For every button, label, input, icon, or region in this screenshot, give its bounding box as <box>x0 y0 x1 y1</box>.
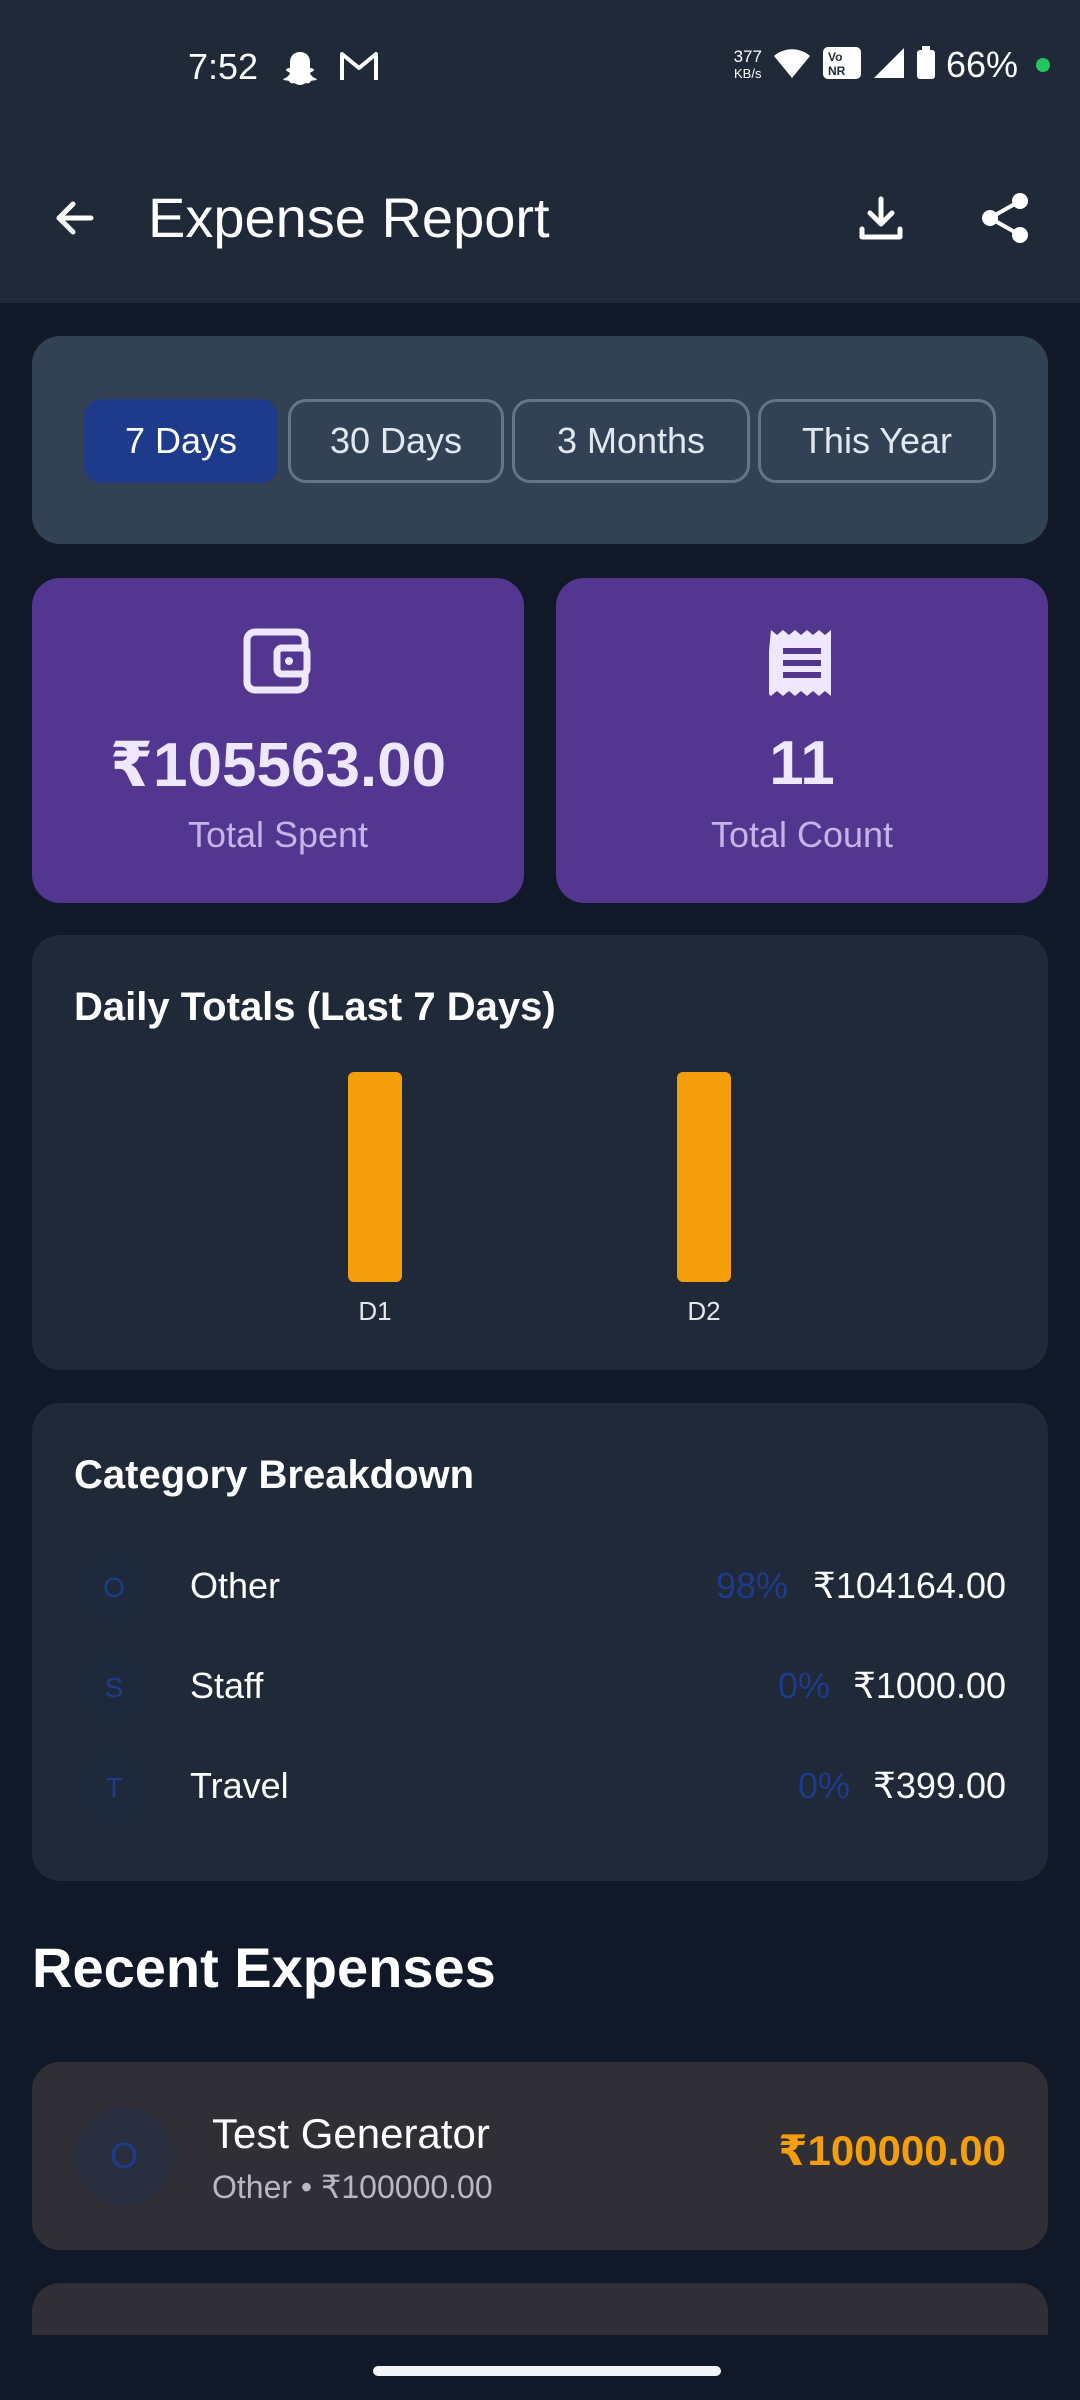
snapchat-icon <box>280 48 320 93</box>
download-icon <box>859 196 903 240</box>
category-avatar: O <box>74 1548 154 1628</box>
receipt-icon <box>765 628 835 703</box>
category-amount: ₹104164.00 <box>812 1565 1006 1606</box>
chip-3-months[interactable]: 3 Months <box>512 399 750 483</box>
expense-subtitle: Other • ₹100000.00 <box>212 2169 493 2205</box>
svg-text:Vo: Vo <box>828 50 842 64</box>
chip-this-year[interactable]: This Year <box>758 399 996 483</box>
daily-totals-chart: D1 D2 <box>348 1072 731 1326</box>
download-button[interactable] <box>846 183 916 253</box>
expense-name: Test Generator <box>212 2110 490 2157</box>
signal-icon <box>872 46 906 85</box>
category-avatar: S <box>74 1648 154 1728</box>
status-time: 7:52 <box>188 46 259 87</box>
wallet-icon <box>243 628 313 699</box>
chip-7-days[interactable]: 7 Days <box>84 399 278 483</box>
back-button[interactable] <box>42 185 108 251</box>
category-breakdown-card: Category Breakdown O Other 98% ₹104164.0… <box>32 1403 1048 1881</box>
bar-label-d2: D2 <box>687 1296 720 1326</box>
svg-text:NR: NR <box>828 64 846 78</box>
wifi-icon <box>772 46 812 85</box>
category-row-staff[interactable]: S Staff 0% ₹1000.00 <box>74 1643 1006 1733</box>
bar-d1[interactable] <box>348 1072 402 1282</box>
expense-item[interactable]: O Test Generator Other • ₹100000.00 ₹100… <box>32 2062 1048 2250</box>
privacy-indicator-dot <box>1036 58 1050 72</box>
total-count-value: 11 <box>769 729 835 798</box>
network-speed-value: 377 <box>733 47 762 66</box>
share-icon <box>982 193 1028 243</box>
total-spent-value: ₹105563.00 <box>109 731 447 800</box>
expense-avatar: O <box>74 2106 174 2206</box>
network-speed-unit: KB/s <box>734 66 762 81</box>
category-breakdown-title: Category Breakdown <box>74 1453 475 1497</box>
category-amount: ₹399.00 <box>872 1765 1006 1806</box>
page-title: Expense Report <box>148 186 550 249</box>
category-row-travel[interactable]: T Travel 0% ₹399.00 <box>74 1743 1006 1833</box>
category-row-other[interactable]: O Other 98% ₹104164.00 <box>74 1543 1006 1633</box>
category-amount: ₹1000.00 <box>852 1665 1006 1706</box>
share-button[interactable] <box>970 183 1040 253</box>
status-bar: 7:52 377 KB/s Vo NR 66% <box>0 0 1080 135</box>
network-speed: 377 KB/s <box>734 48 762 82</box>
app-bar: Expense Report <box>0 135 1080 303</box>
arrow-left-icon <box>56 201 94 235</box>
bar-label-d1: D1 <box>358 1296 391 1326</box>
total-spent-card: ₹105563.00 Total Spent <box>32 578 524 903</box>
category-avatar: T <box>74 1748 154 1828</box>
home-indicator[interactable] <box>373 2366 721 2376</box>
bar-d2[interactable] <box>677 1072 731 1282</box>
total-count-label: Total Count <box>710 814 894 855</box>
expense-item-partial[interactable] <box>32 2283 1048 2343</box>
recent-expenses-title: Recent Expenses <box>32 1936 496 1999</box>
category-percent: 0% <box>797 1765 850 1806</box>
category-percent: 98% <box>715 1565 788 1606</box>
chip-30-days[interactable]: 30 Days <box>288 399 504 483</box>
category-name: Other <box>190 1565 281 1606</box>
category-name: Staff <box>190 1665 264 1706</box>
total-spent-label: Total Spent <box>187 814 369 855</box>
category-percent: 0% <box>777 1665 830 1706</box>
vonr-icon: Vo NR <box>822 46 862 85</box>
battery-icon <box>916 45 936 85</box>
status-right-group: 377 KB/s Vo NR 66% <box>734 44 1050 86</box>
total-count-card: 11 Total Count <box>556 578 1048 903</box>
daily-totals-card: Daily Totals (Last 7 Days) D1 D2 <box>32 935 1048 1370</box>
battery-percent: 66% <box>945 44 1018 85</box>
category-name: Travel <box>190 1765 289 1806</box>
gmail-icon <box>338 48 380 89</box>
expense-amount: ₹100000.00 <box>778 2127 1006 2174</box>
period-filter-card: 7 Days 30 Days 3 Months This Year <box>32 336 1048 544</box>
